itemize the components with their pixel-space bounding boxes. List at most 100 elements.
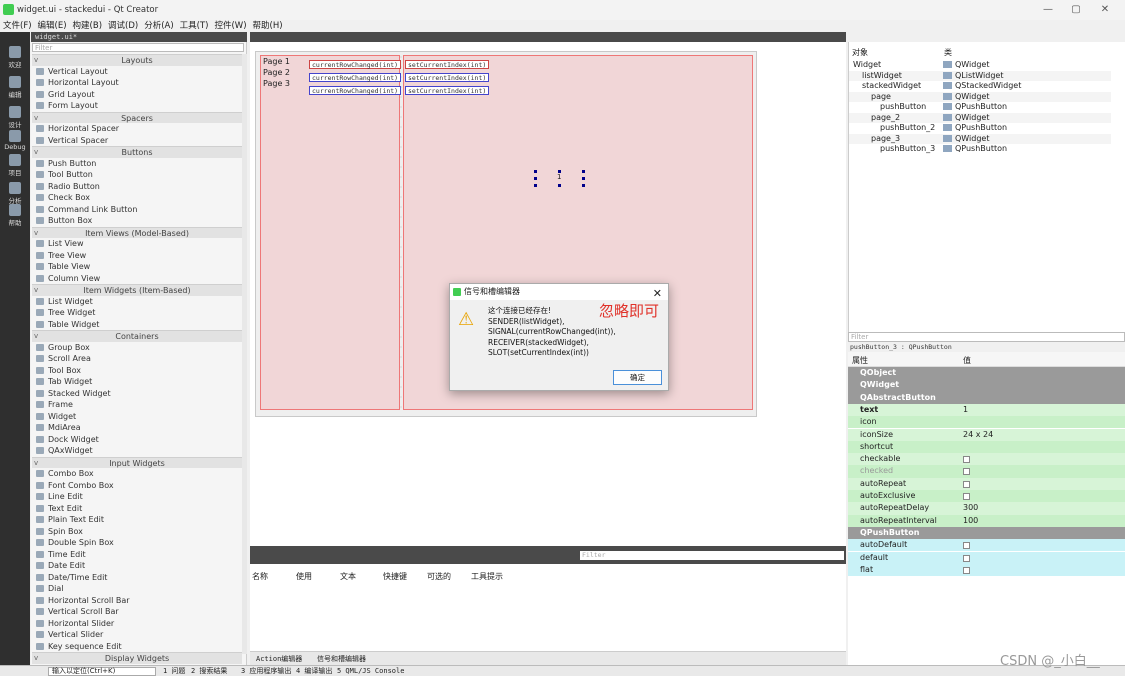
output-pane-tab[interactable]: 1 问题 [163, 667, 185, 676]
widget-item[interactable]: Date Edit [32, 560, 242, 572]
column-header[interactable]: 文本 [340, 571, 356, 582]
checkbox[interactable] [963, 468, 970, 476]
menu-item[interactable]: 工具(T) [177, 20, 212, 32]
mode-button[interactable]: Debug [0, 130, 30, 151]
property-row[interactable]: autoRepeatInterval 100 [848, 514, 1125, 527]
checkbox[interactable] [963, 554, 970, 562]
property-row[interactable]: iconSize 24 x 24 [848, 428, 1125, 441]
column-header[interactable]: 使用 [296, 571, 312, 582]
locator-input[interactable]: 输入以定位(Ctrl+K) [48, 667, 156, 676]
selection-handle[interactable] [582, 184, 585, 187]
widget-category[interactable]: Spacers [32, 111, 242, 123]
open-document-tab[interactable]: widget.ui* [31, 32, 247, 42]
widget-item[interactable]: Button Box [32, 215, 242, 227]
mode-button[interactable]: 项目 [0, 154, 30, 177]
object-row[interactable]: stackedWidget QStackedWidget [849, 81, 1111, 92]
output-pane-tab[interactable]: 4 编译输出 [296, 667, 332, 676]
column-header[interactable]: 可选的 [427, 571, 451, 582]
widget-item[interactable]: Form Layout [32, 100, 242, 112]
output-pane-tab[interactable]: 3 应用程序输出 [241, 667, 291, 676]
property-row[interactable]: autoExclusive [848, 490, 1125, 503]
selection-handle[interactable] [534, 184, 537, 187]
menu-item[interactable]: 控件(W) [211, 20, 249, 32]
tab-action-editor[interactable]: Action编辑器 [250, 655, 308, 663]
widget-item[interactable]: Horizontal Layout [32, 77, 242, 89]
widget-item[interactable]: Text Edit [32, 503, 242, 515]
widget-item[interactable]: Vertical Spacer [32, 135, 242, 147]
property-row[interactable]: default [848, 551, 1125, 564]
checkbox[interactable] [963, 480, 970, 488]
property-section[interactable]: QAbstractButton [848, 391, 1125, 404]
widget-item[interactable]: Tool Button [32, 169, 242, 181]
widget-item[interactable]: Dial [32, 583, 242, 595]
mode-button[interactable]: 分析 [0, 182, 30, 205]
mode-button[interactable]: 欢迎 [0, 46, 30, 69]
maximize-button[interactable]: ▢ [1064, 3, 1088, 17]
widget-item[interactable]: Key sequence Edit [32, 641, 242, 653]
widget-category[interactable]: Display Widgets [32, 652, 242, 664]
property-value[interactable]: 300 [963, 502, 978, 514]
mode-button[interactable]: 编辑 [0, 76, 30, 99]
object-row[interactable]: pushButton_2 QPushButton [849, 123, 1111, 134]
widget-item[interactable]: Tab Widget [32, 376, 242, 388]
widget-item[interactable]: Line Edit [32, 491, 242, 503]
widget-category[interactable]: Buttons [32, 146, 242, 158]
property-section[interactable]: QObject [848, 367, 1125, 380]
widget-item[interactable]: Horizontal Spacer [32, 123, 242, 135]
list-widget[interactable]: Page 1 Page 2 Page 3 [260, 55, 400, 410]
widget-item[interactable]: Tool Box [32, 365, 242, 377]
property-row[interactable]: checked [848, 465, 1125, 478]
output-pane-tab[interactable]: 5 QML/JS Console [337, 667, 404, 676]
widget-category[interactable]: Layouts [32, 54, 242, 66]
action-filter-input[interactable]: Filter [580, 551, 844, 560]
checkbox[interactable] [963, 542, 970, 550]
property-row[interactable]: text 1 [848, 403, 1125, 417]
widget-category[interactable]: Input Widgets [32, 456, 242, 468]
selection-handle[interactable] [558, 184, 561, 187]
menu-item[interactable]: 分析(A) [141, 20, 176, 32]
object-row[interactable]: Widget QWidget [849, 60, 1111, 71]
widget-item[interactable]: Tree Widget [32, 307, 242, 319]
widget-item[interactable]: Combo Box [32, 468, 242, 480]
widget-item[interactable]: Table View [32, 261, 242, 273]
object-row[interactable]: page QWidget [849, 91, 1111, 102]
widget-item[interactable]: List Widget [32, 296, 242, 308]
widget-box-scrollbar[interactable] [242, 54, 247, 654]
slot-label[interactable]: setCurrentIndex(int) [405, 60, 490, 69]
widget-item[interactable]: Vertical Layout [32, 66, 242, 78]
selection-handle[interactable] [534, 170, 537, 173]
object-row[interactable]: pushButton QPushButton [849, 102, 1111, 113]
property-value[interactable]: 1 [963, 404, 968, 416]
widget-item[interactable]: Column View [32, 273, 242, 285]
widget-item[interactable]: Group Box [32, 342, 242, 354]
object-row[interactable]: page_2 QWidget [849, 112, 1111, 123]
property-value[interactable]: 100 [963, 515, 978, 527]
signal-label[interactable]: currentRowChanged(int) [309, 73, 402, 82]
widget-category[interactable]: Item Widgets (Item-Based) [32, 284, 242, 296]
widget-item[interactable]: Stacked Widget [32, 388, 242, 400]
mode-button[interactable]: 设计 [0, 106, 30, 129]
object-row[interactable]: pushButton_3 QPushButton [849, 144, 1111, 155]
widget-item[interactable]: List View [32, 238, 242, 250]
widget-item[interactable]: Vertical Scroll Bar [32, 606, 242, 618]
close-button[interactable]: ✕ [1093, 3, 1117, 17]
widget-category[interactable]: Item Views (Model-Based) [32, 226, 242, 238]
checkbox[interactable] [963, 456, 970, 464]
column-header[interactable]: 工具提示 [471, 571, 503, 582]
widget-item[interactable]: QAxWidget [32, 445, 242, 457]
widget-item[interactable]: Spin Box [32, 526, 242, 538]
widget-item[interactable]: Table Widget [32, 319, 242, 331]
widget-item[interactable]: Horizontal Slider [32, 618, 242, 630]
menu-item[interactable]: 编辑(E) [35, 20, 70, 32]
signal-label[interactable]: currentRowChanged(int) [309, 86, 402, 95]
checkbox[interactable] [963, 493, 970, 500]
property-row[interactable]: autoDefault [848, 539, 1125, 552]
menu-item[interactable]: 文件(F) [0, 20, 35, 32]
property-row[interactable]: shortcut [848, 440, 1125, 454]
widget-item[interactable]: Grid Layout [32, 89, 242, 101]
property-row[interactable]: icon [848, 416, 1125, 429]
property-section[interactable]: QPushButton [848, 526, 1125, 540]
property-row[interactable]: flat [848, 563, 1125, 577]
mode-button[interactable]: 帮助 [0, 204, 30, 227]
checkbox[interactable] [963, 566, 970, 574]
